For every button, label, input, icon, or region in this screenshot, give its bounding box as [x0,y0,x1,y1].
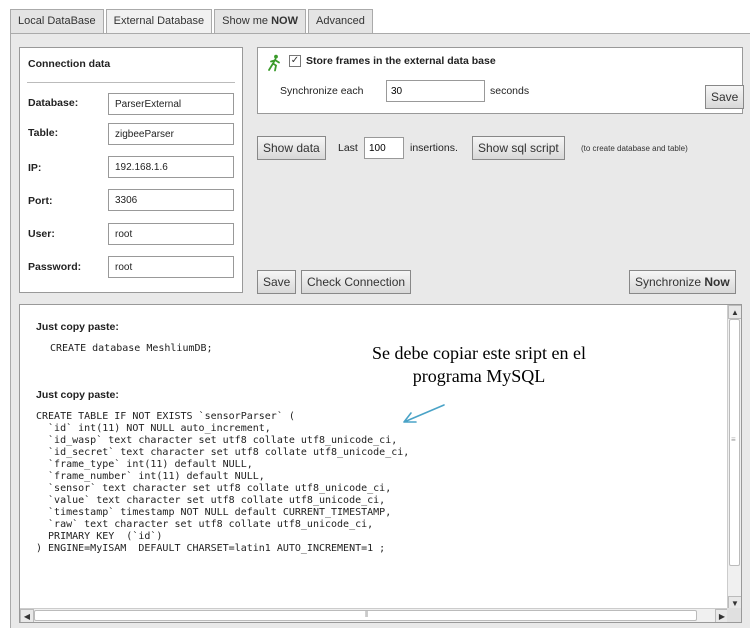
synchronize-each-label: Synchronize each [280,85,364,97]
store-frames-box: ✓ Store frames in the external data base… [257,47,745,114]
running-man-icon [268,54,280,72]
store-frames-label: Store frames in the external data base [306,55,496,67]
database-label: Database: [28,97,79,109]
ip-field[interactable] [108,156,234,178]
show-data-button[interactable]: Show data [257,136,326,160]
annotation-line-1: Se debe copiar este sript en el [372,343,586,363]
store-frames-checkbox[interactable]: ✓ [289,55,301,67]
synchronize-interval-field[interactable] [386,80,485,102]
connection-save-button[interactable]: Save [257,270,297,294]
user-label: User: [28,228,55,240]
tab-show-me-now-prefix: Show me [222,15,272,27]
synchronize-now-button[interactable]: Synchronize Now [629,270,736,294]
scroll-grip-h-icon: ⦀ [365,610,369,619]
scroll-grip-icon: ≡ [731,435,736,444]
connection-divider [27,82,235,83]
password-label: Password: [28,261,82,273]
scrollbar-corner [727,608,741,622]
tab-show-me-now-bold: NOW [271,15,298,27]
last-label: Last [338,142,358,154]
synchronize-now-bold: Now [704,275,730,289]
annotation-text: Se debe copiar este sript en el programa… [326,342,632,388]
vertical-scrollbar[interactable]: ▲ ≡ ▼ [727,305,741,610]
tab-local-database[interactable]: Local DataBase [10,9,104,33]
sql-script-note: (to create database and table) [581,144,688,153]
last-count-field[interactable] [364,137,404,159]
scroll-left-arrow-icon[interactable]: ◀ [20,609,34,622]
ip-label: IP: [28,162,42,174]
synchronize-now-prefix: Synchronize [635,275,705,289]
table-label: Table: [28,127,59,139]
tab-bar: Local DataBase External Database Show me… [10,9,375,33]
scroll-up-arrow-icon[interactable]: ▲ [728,305,741,319]
show-sql-script-button[interactable]: Show sql script [472,136,565,160]
insertions-label: insertions. [410,142,458,154]
connection-data-title: Connection data [28,58,111,70]
connection-data-box: Connection data Database: Table: IP: Por… [19,47,243,293]
user-field[interactable] [108,223,234,245]
create-database-code: CREATE database MeshliumDB; [50,343,213,354]
tab-external-database[interactable]: External Database [105,9,213,33]
tab-show-me-now[interactable]: Show me NOW [214,9,306,33]
password-field[interactable] [108,256,234,278]
seconds-label: seconds [490,85,530,97]
check-connection-button[interactable]: Check Connection [301,270,412,294]
tab-advanced[interactable]: Advanced [307,9,373,33]
port-label: Port: [28,195,53,207]
horizontal-scrollbar[interactable]: ◀ ⦀ ▶ [20,608,729,622]
database-field[interactable] [108,93,234,115]
store-save-button[interactable]: Save [705,85,745,109]
copy-paste-heading-2: Just copy paste: [36,389,119,401]
create-table-code: CREATE TABLE IF NOT EXISTS `sensorParser… [36,411,410,554]
annotation-arrow-icon [403,404,445,423]
annotation-line-2: programa MySQL [412,366,546,386]
table-field[interactable] [108,123,234,145]
copy-paste-heading-1: Just copy paste: [36,321,119,333]
external-database-panel: Connection data Database: Table: IP: Por… [10,33,750,628]
port-field[interactable] [108,189,234,211]
